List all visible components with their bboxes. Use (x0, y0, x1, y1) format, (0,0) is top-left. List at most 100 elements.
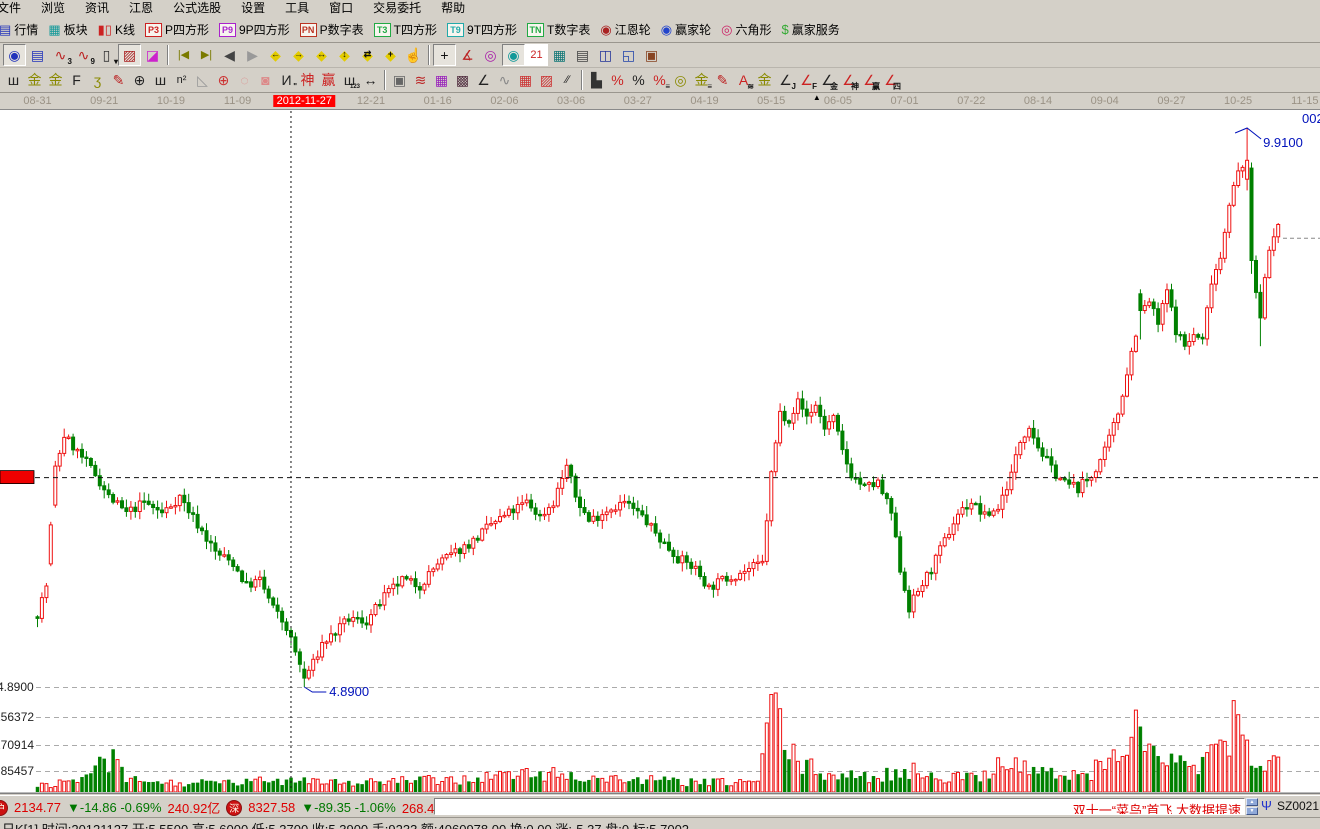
report-icon[interactable]: ▤ (26, 44, 49, 66)
circle-ruler-icon[interactable]: ⊕ (129, 69, 150, 91)
percent-slash-icon[interactable]: % (607, 69, 628, 91)
shift-right-icon[interactable]: ◆→ (287, 44, 310, 66)
angle-measure-icon[interactable]: ∡ (456, 44, 479, 66)
save-icon[interactable]: ◫ (594, 44, 617, 66)
p-table-button[interactable]: PNP数字表 (295, 19, 369, 40)
color-chart-icon[interactable]: ◪ (141, 44, 164, 66)
angle-tool-icon[interactable]: ◺ (192, 69, 213, 91)
a-lines-icon[interactable]: A≋ (733, 69, 754, 91)
gold-box-icon[interactable]: 金 (754, 69, 775, 91)
zigzag-icon[interactable]: ∿ (494, 69, 515, 91)
gold-ruler2-icon[interactable]: 金 (45, 69, 66, 91)
expand-h-icon[interactable]: ◆↔ (310, 44, 333, 66)
formula-icon[interactable]: ▨ (118, 44, 141, 66)
hexagon-button[interactable]: ◎六角形 (716, 19, 776, 40)
menu-item-8[interactable]: 交易委托 (363, 0, 431, 17)
gann-fan-icon[interactable]: ≋ (410, 69, 431, 91)
wave-mark-icon[interactable]: И" (276, 69, 297, 91)
expand-v-icon[interactable]: ◆↕ (333, 44, 356, 66)
candle-tool-icon[interactable]: ▯▾ (95, 44, 118, 66)
prev-icon[interactable]: ◀ (218, 44, 241, 66)
grid-fan-icon[interactable]: ▦ (431, 69, 452, 91)
t-table-button[interactable]: TNT数字表 (522, 19, 595, 40)
percent-icon[interactable]: % (628, 69, 649, 91)
gann-network-icon[interactable]: ◉ (3, 44, 26, 66)
t-square-button[interactable]: T3T四方形 (369, 19, 442, 40)
marker-pen-icon[interactable]: ✎ (712, 69, 733, 91)
crosshair-icon[interactable]: + (433, 44, 456, 66)
first-page-icon[interactable]: |◀ (172, 44, 195, 66)
shen-ruler-icon[interactable]: 神 (297, 69, 318, 91)
red-grid-icon[interactable]: ▦ (515, 69, 536, 91)
menu-item-1[interactable]: 浏览 (31, 0, 75, 17)
ruler-icon[interactable]: ш (3, 69, 24, 91)
angle-line-icon[interactable]: ∠ (473, 69, 494, 91)
four-angle-icon[interactable]: ∠四 (880, 69, 901, 91)
target-icon[interactable]: ⊕ (213, 69, 234, 91)
comb-ruler-icon[interactable]: ш (150, 69, 171, 91)
wave-9-icon[interactable]: ∿9 (72, 44, 95, 66)
grid-window-icon[interactable]: ▣ (389, 69, 410, 91)
menu-item-9[interactable]: 帮助 (431, 0, 475, 17)
menu-item-6[interactable]: 工具 (275, 0, 319, 17)
gold-angle-icon[interactable]: ∠金 (817, 69, 838, 91)
compress-icon[interactable]: ◆⇄ (356, 44, 379, 66)
gold-lines-icon[interactable]: 金≡ (691, 69, 712, 91)
last-page-icon[interactable]: ▶| (195, 44, 218, 66)
candlestick-chart[interactable]: 4.89009.9100 (0, 110, 1320, 793)
next-icon[interactable]: ▶ (241, 44, 264, 66)
shen-angle-icon[interactable]: ∠神 (838, 69, 859, 91)
menu-item-4[interactable]: 公式选股 (163, 0, 231, 17)
ruler-123-icon[interactable]: ш123 (339, 69, 360, 91)
dot-circle-icon[interactable]: ◌ (234, 69, 255, 91)
gann-wheel-button[interactable]: ◉江恩轮 (595, 19, 655, 40)
j-angle-icon[interactable]: ∠J (775, 69, 796, 91)
red-grid-arrow-icon[interactable]: ▨ (536, 69, 557, 91)
wave-3-icon[interactable]: ∿3 (49, 44, 72, 66)
menu-item-2[interactable]: 资讯 (75, 0, 119, 17)
calculator-icon[interactable]: ▦ (548, 44, 571, 66)
shift-left-icon[interactable]: ◆← (264, 44, 287, 66)
coin-icon[interactable]: ◎ (670, 69, 691, 91)
winner-service-button[interactable]: $赢家服务 (776, 19, 844, 40)
n2-ruler-icon[interactable]: n² (171, 69, 192, 91)
percent-lines-icon[interactable]: %≡ (649, 69, 670, 91)
menu-item-7[interactable]: 窗口 (319, 0, 363, 17)
spiral-icon[interactable]: ◎ (479, 44, 502, 66)
spiral-ruler-icon[interactable]: ʒ (87, 69, 108, 91)
p-square-button[interactable]: P3P四方形 (140, 19, 214, 40)
menu-item-5[interactable]: 设置 (231, 0, 275, 17)
sectors-button[interactable]: ▦板块 (43, 19, 92, 40)
winner-wheel-button[interactable]: ◉赢家轮 (656, 19, 716, 40)
last-page-icon-glyph: ▶| (201, 45, 212, 65)
kline-button[interactable]: ▮▯K线 (93, 19, 140, 40)
square-target-icon[interactable]: ◙ (255, 69, 276, 91)
gold-ruler-icon[interactable]: 金 (24, 69, 45, 91)
width-arrow-icon[interactable]: ↔ (360, 69, 381, 91)
order-truck-icon[interactable]: ▣ (640, 44, 663, 66)
bars-chart-icon[interactable]: ▙ (586, 69, 607, 91)
f-angle-icon[interactable]: ∠F (796, 69, 817, 91)
wheel-tool-icon[interactable]: ◉ (502, 44, 525, 66)
menu-item-3[interactable]: 江恩 (119, 0, 163, 17)
calendar-icon[interactable]: 21 (525, 44, 548, 66)
ying-ruler-icon[interactable]: 赢 (318, 69, 339, 91)
hand-icon[interactable]: ☝ (402, 44, 425, 66)
spinner-down-button[interactable]: ▼ (1246, 807, 1258, 815)
ticker-spinner[interactable]: ▲ ▼ (1246, 798, 1258, 815)
parallel-lines-icon[interactable]: ∕∕ (557, 69, 578, 91)
command-input-field[interactable]: 双十一“菜鸟”首飞 大数据提速 (434, 798, 1245, 815)
pen-ruler-icon[interactable]: ✎ (108, 69, 129, 91)
zoom-all-icon[interactable]: ◆+ (379, 44, 402, 66)
notes-icon[interactable]: ▤ (571, 44, 594, 66)
grid-fan2-icon[interactable]: ▩ (452, 69, 473, 91)
chart-area[interactable]: 4.89009.9100 4.8900 256372 170914 85457 … (0, 110, 1320, 793)
menu-item-0[interactable]: 文件 (0, 0, 31, 17)
network-icon[interactable]: ◱ (617, 44, 640, 66)
9p-square-button[interactable]: P99P四方形 (214, 19, 295, 40)
fib-ruler-icon[interactable]: F (66, 69, 87, 91)
spinner-up-button[interactable]: ▲ (1246, 798, 1258, 806)
9t-square-button[interactable]: T99T四方形 (442, 19, 522, 40)
quotes-button[interactable]: ▤行情 (0, 19, 43, 40)
ying-angle-icon[interactable]: ∠赢 (859, 69, 880, 91)
